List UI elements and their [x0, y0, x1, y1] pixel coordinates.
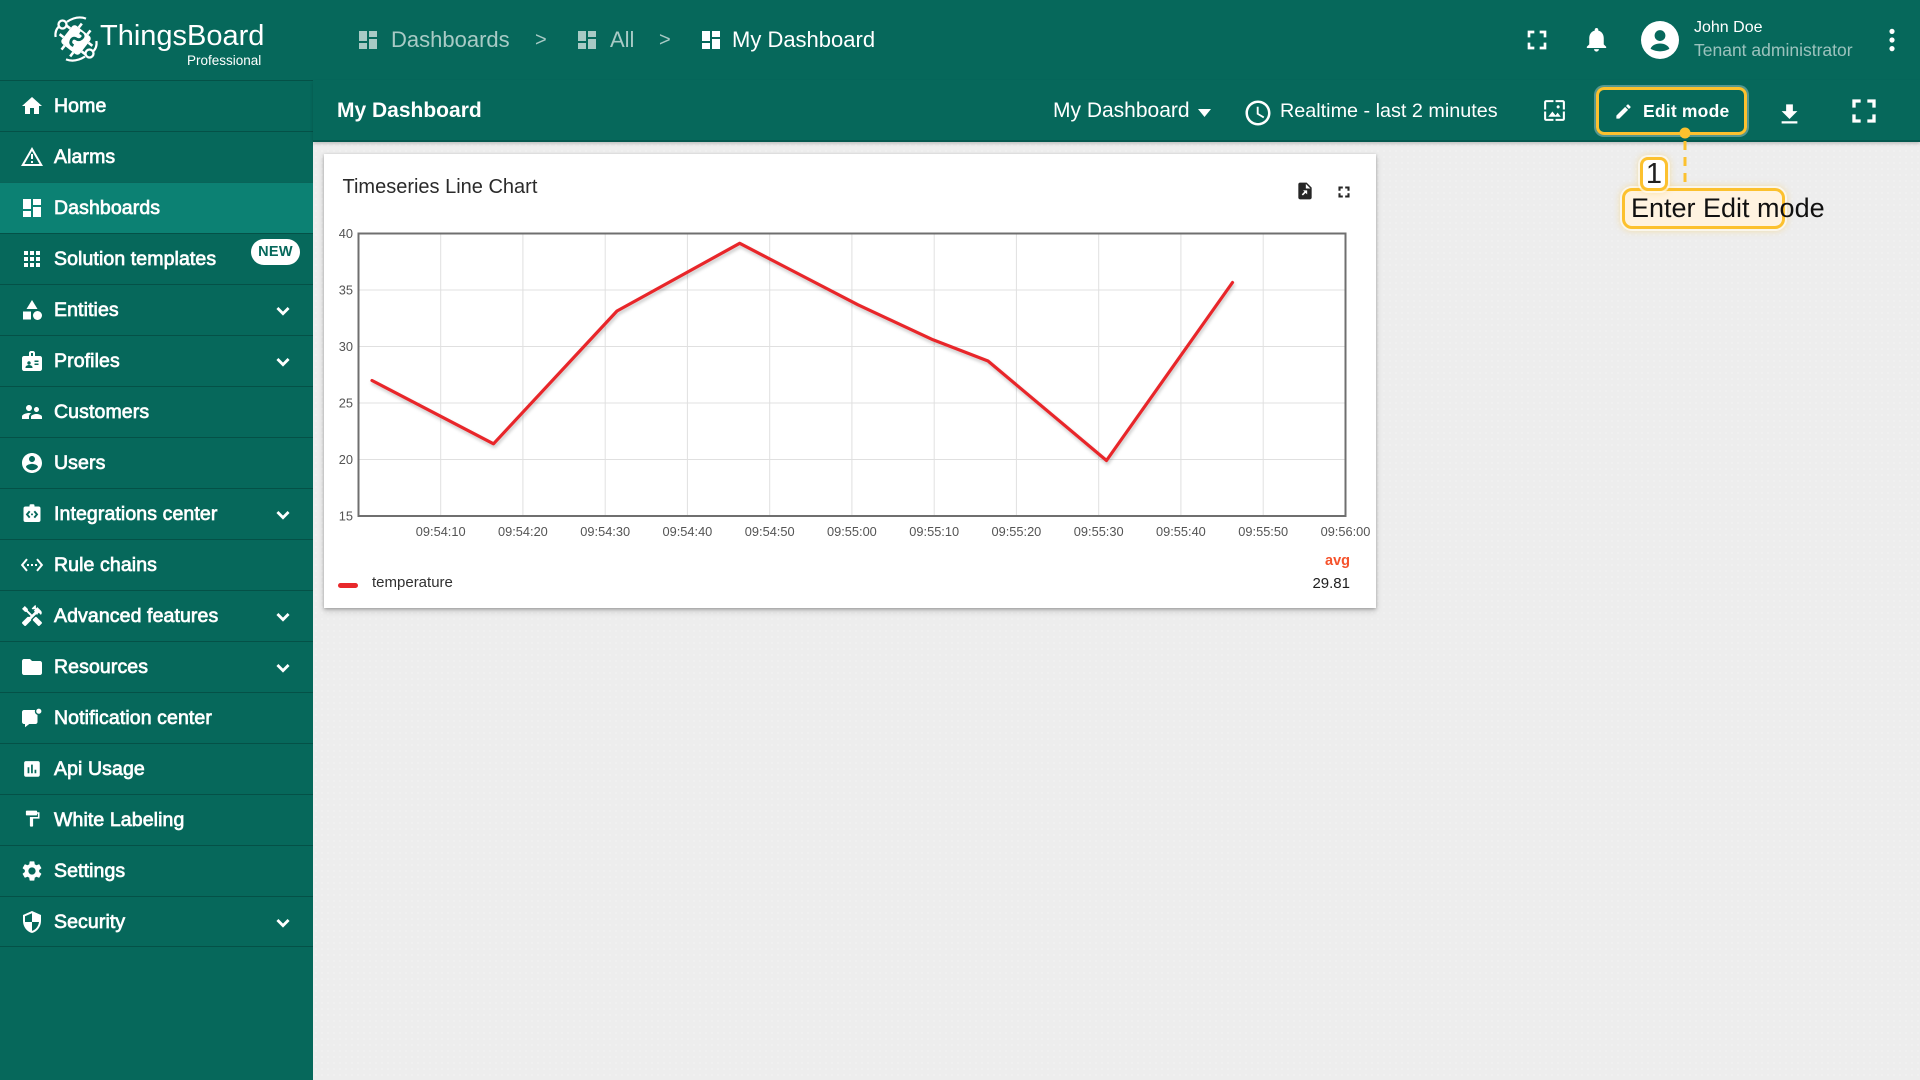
svg-text:20: 20 — [339, 452, 353, 467]
svg-text:09:55:50: 09:55:50 — [1238, 524, 1288, 539]
svg-text:15: 15 — [339, 509, 353, 524]
svg-text:09:54:20: 09:54:20 — [498, 524, 548, 539]
svg-text:09:55:40: 09:55:40 — [1156, 524, 1206, 539]
svg-text:09:55:10: 09:55:10 — [909, 524, 959, 539]
svg-text:09:54:40: 09:54:40 — [662, 524, 712, 539]
svg-text:09:54:50: 09:54:50 — [745, 524, 795, 539]
svg-text:40: 40 — [339, 226, 353, 241]
svg-text:35: 35 — [339, 283, 353, 298]
svg-text:09:55:30: 09:55:30 — [1074, 524, 1124, 539]
svg-text:30: 30 — [339, 339, 353, 354]
svg-text:25: 25 — [339, 396, 353, 411]
svg-text:09:55:20: 09:55:20 — [991, 524, 1041, 539]
svg-text:09:55:00: 09:55:00 — [827, 524, 877, 539]
svg-text:09:56:00: 09:56:00 — [1321, 524, 1371, 539]
svg-text:09:54:10: 09:54:10 — [416, 524, 466, 539]
svg-text:09:54:30: 09:54:30 — [580, 524, 630, 539]
